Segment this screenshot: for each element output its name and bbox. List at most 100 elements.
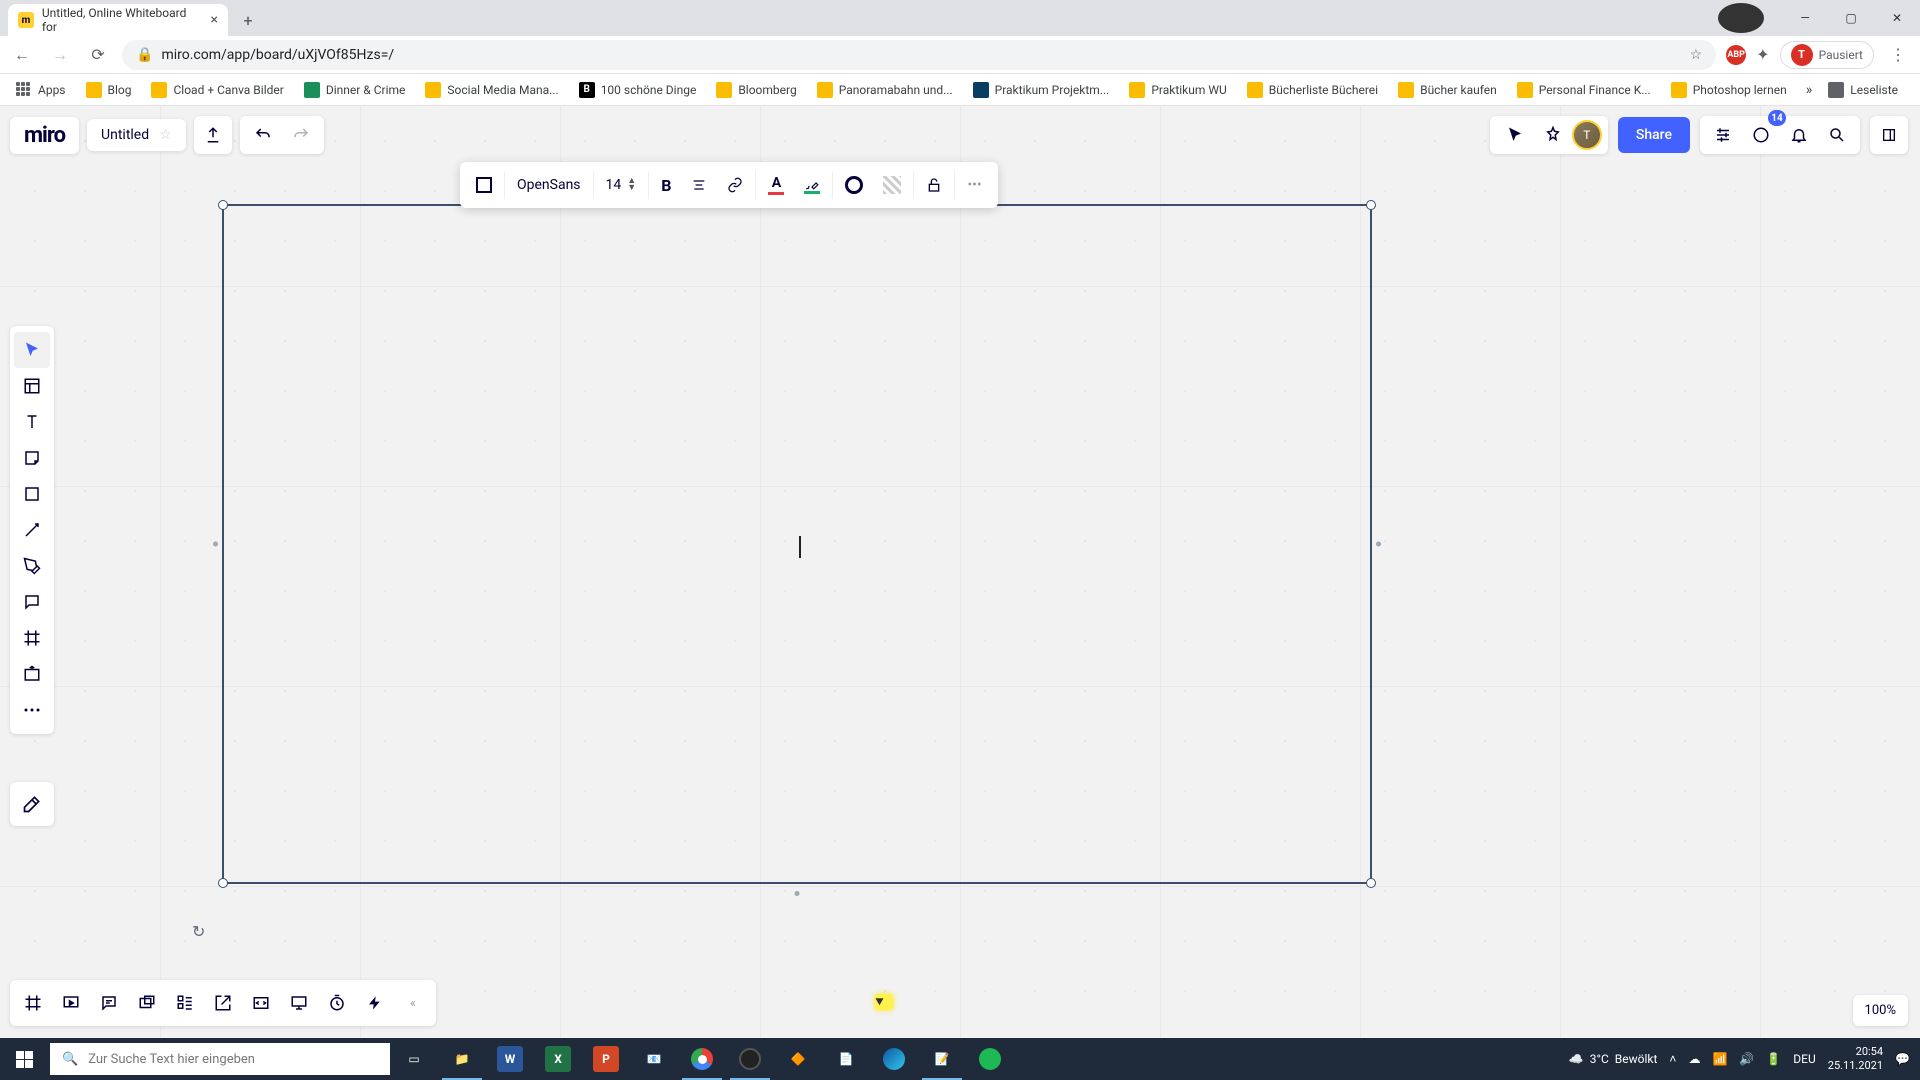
bookmark-item[interactable]: Bloomberg bbox=[708, 78, 804, 102]
template-tool[interactable] bbox=[14, 368, 50, 404]
bookmark-item[interactable]: Dinner & Crime bbox=[296, 78, 414, 102]
frame-tool[interactable] bbox=[14, 620, 50, 656]
shape-tool[interactable] bbox=[14, 476, 50, 512]
comments-icon[interactable]: 14 bbox=[1742, 116, 1780, 154]
bookmark-item[interactable]: Bücher kaufen bbox=[1390, 78, 1505, 102]
reading-list-button[interactable]: Leseliste bbox=[1820, 78, 1906, 102]
profile-chip[interactable]: T Pausiert bbox=[1780, 41, 1874, 69]
bold-button[interactable]: B bbox=[651, 162, 681, 208]
bookmark-item[interactable]: Cload + Canva Bilder bbox=[143, 78, 291, 102]
more-tools-icon[interactable] bbox=[14, 692, 50, 728]
bookmark-item[interactable]: Social Media Mana... bbox=[417, 78, 566, 102]
powerpoint-icon[interactable]: P bbox=[593, 1046, 619, 1072]
share-export-button[interactable] bbox=[204, 984, 242, 1022]
card-button[interactable] bbox=[128, 984, 166, 1022]
minimize-button[interactable]: — bbox=[1782, 3, 1828, 33]
tray-chevron-icon[interactable]: ˄ bbox=[1669, 1052, 1676, 1066]
maximize-button[interactable]: ▢ bbox=[1828, 3, 1874, 33]
user-avatar[interactable]: T bbox=[1572, 120, 1602, 150]
screen-share-button[interactable] bbox=[280, 984, 318, 1022]
resize-handle-br[interactable] bbox=[1366, 878, 1376, 888]
collapse-bottom-icon[interactable]: « bbox=[394, 984, 432, 1022]
bookmark-item[interactable]: B100 schöne Dinge bbox=[571, 78, 705, 102]
start-button[interactable] bbox=[0, 1038, 48, 1080]
select-tool[interactable] bbox=[14, 332, 50, 368]
resize-handle-ml[interactable] bbox=[213, 542, 218, 547]
sticky-note-tool[interactable] bbox=[14, 440, 50, 476]
language-indicator[interactable]: DEU bbox=[1793, 1052, 1815, 1066]
link-button[interactable] bbox=[717, 162, 753, 208]
word-icon[interactable]: W bbox=[497, 1046, 523, 1072]
bookmark-item[interactable]: Panoramabahn und... bbox=[809, 78, 961, 102]
bookmark-item[interactable]: Photoshop lernen bbox=[1663, 78, 1795, 102]
bookmark-item[interactable]: Blog bbox=[78, 78, 140, 102]
forward-button[interactable]: → bbox=[46, 41, 74, 69]
kebab-menu-icon[interactable]: ⋮ bbox=[1884, 41, 1912, 69]
weather-widget[interactable]: ☁️ 3°C Bewölkt bbox=[1569, 1052, 1658, 1066]
battery-icon[interactable]: 🔋 bbox=[1766, 1052, 1781, 1066]
chrome-icon[interactable] bbox=[678, 1038, 726, 1080]
resize-handle-tr[interactable] bbox=[1366, 200, 1376, 210]
upload-tool[interactable] bbox=[14, 656, 50, 692]
miro-canvas[interactable]: miro Untitled ☆ T Share 14 bbox=[0, 106, 1920, 1038]
lock-button[interactable] bbox=[916, 162, 952, 208]
timer-button[interactable] bbox=[318, 984, 356, 1022]
cursor-mode-icon[interactable] bbox=[1496, 116, 1534, 154]
close-window-button[interactable]: ✕ bbox=[1874, 3, 1920, 33]
bell-icon[interactable] bbox=[1780, 116, 1818, 154]
board-title-card[interactable]: Untitled ☆ bbox=[87, 119, 186, 151]
comments-panel-button[interactable] bbox=[90, 984, 128, 1022]
share-button[interactable]: Share bbox=[1618, 117, 1690, 153]
resize-handle-mr[interactable] bbox=[1376, 542, 1381, 547]
reload-button[interactable]: ⟳ bbox=[84, 41, 112, 69]
new-tab-button[interactable]: + bbox=[234, 6, 262, 34]
embed-button[interactable] bbox=[242, 984, 280, 1022]
taskbar-search[interactable]: 🔍 Zur Suche Text hier eingeben bbox=[50, 1043, 390, 1075]
panel-toggle-icon[interactable] bbox=[1870, 116, 1908, 154]
browser-tab[interactable]: m Untitled, Online Whiteboard for × bbox=[8, 4, 228, 36]
excel-icon[interactable]: X bbox=[545, 1046, 571, 1072]
app-icon[interactable]: 🔶 bbox=[774, 1038, 822, 1080]
spotify-icon[interactable] bbox=[966, 1038, 1014, 1080]
task-view-icon[interactable]: ▭ bbox=[390, 1038, 438, 1080]
bookmark-item[interactable]: Personal Finance K... bbox=[1509, 78, 1659, 102]
reactions-icon[interactable] bbox=[1534, 116, 1572, 154]
mail-icon[interactable]: 📧 bbox=[630, 1038, 678, 1080]
extensions-icon[interactable]: ✦ bbox=[1756, 45, 1769, 64]
bookmark-star-icon[interactable]: ☆ bbox=[1690, 47, 1703, 63]
font-size-input[interactable]: 14▲▼ bbox=[596, 162, 647, 208]
shape-type-button[interactable] bbox=[466, 162, 502, 208]
align-button[interactable] bbox=[681, 162, 717, 208]
fill-opacity-button[interactable] bbox=[873, 162, 911, 208]
border-color-button[interactable] bbox=[835, 162, 873, 208]
comment-tool[interactable] bbox=[14, 584, 50, 620]
resize-handle-mb[interactable] bbox=[795, 891, 800, 896]
font-family-select[interactable]: OpenSans bbox=[507, 162, 591, 208]
notes-icon[interactable]: 📝 bbox=[918, 1038, 966, 1080]
action-center-icon[interactable]: 💬 bbox=[1895, 1052, 1910, 1066]
chrome-account-dot-icon[interactable] bbox=[1718, 3, 1764, 33]
zoom-indicator[interactable]: 100% bbox=[1853, 995, 1908, 1026]
abp-extension-icon[interactable]: ABP bbox=[1726, 45, 1746, 65]
voting-button[interactable] bbox=[356, 984, 394, 1022]
edge-icon[interactable] bbox=[870, 1038, 918, 1080]
present-button[interactable] bbox=[52, 984, 90, 1022]
context-more-icon[interactable]: ••• bbox=[957, 162, 991, 208]
onedrive-icon[interactable]: ☁ bbox=[1688, 1052, 1700, 1066]
bookmark-item[interactable]: Praktikum Projektm... bbox=[965, 78, 1118, 102]
apps-wand-tool[interactable] bbox=[10, 782, 54, 826]
obs-icon[interactable] bbox=[726, 1038, 774, 1080]
close-tab-icon[interactable]: × bbox=[211, 12, 218, 28]
apps-bookmark[interactable]: Apps bbox=[8, 78, 74, 102]
miro-logo[interactable]: miro bbox=[10, 117, 79, 154]
settings-sliders-icon[interactable] bbox=[1704, 116, 1742, 154]
favorite-star-icon[interactable]: ☆ bbox=[159, 127, 172, 143]
resize-handle-tl[interactable] bbox=[218, 200, 228, 210]
selected-frame[interactable] bbox=[222, 204, 1372, 884]
highlight-color-button[interactable] bbox=[794, 162, 830, 208]
url-input[interactable]: 🔒 miro.com/app/board/uXjVOf85Hzs=/ ☆ bbox=[122, 40, 1716, 70]
search-icon[interactable] bbox=[1818, 116, 1856, 154]
redo-button[interactable] bbox=[282, 116, 320, 154]
resize-handle-bl[interactable] bbox=[218, 878, 228, 888]
pen-tool[interactable] bbox=[14, 548, 50, 584]
